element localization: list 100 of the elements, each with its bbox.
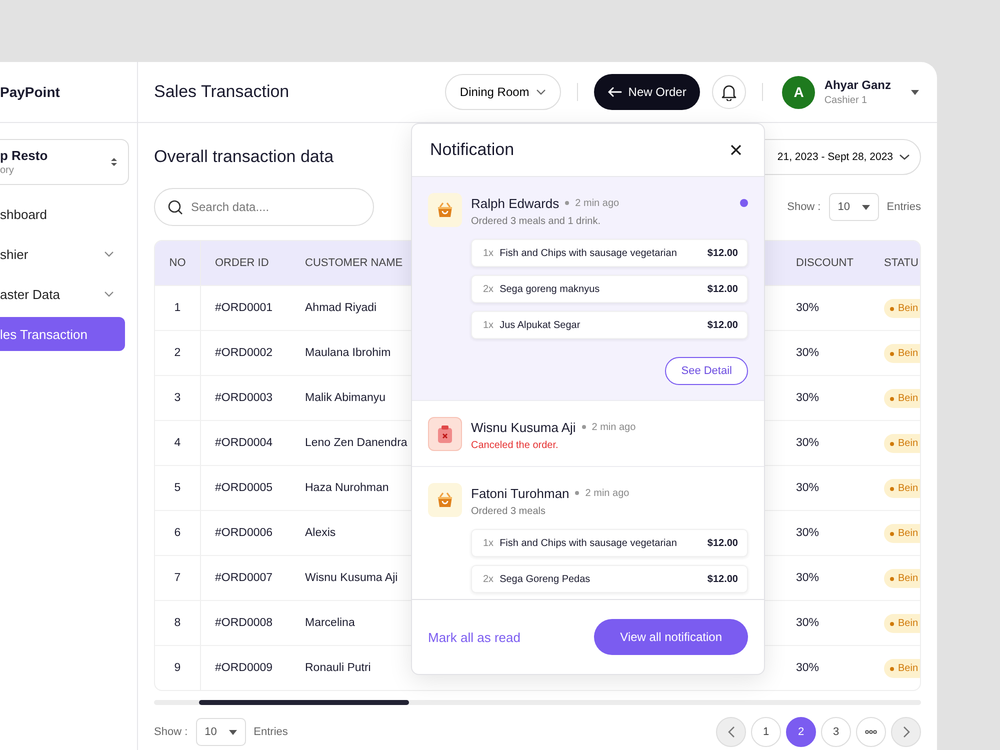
chevron-right-icon: [902, 726, 910, 738]
item-price: $12.00: [707, 248, 738, 258]
notification-time: 2 min ago: [592, 422, 636, 432]
item-quantity: 2x: [483, 574, 494, 584]
close-icon[interactable]: [730, 144, 742, 156]
item-price: $12.00: [707, 284, 738, 294]
view-all-button[interactable]: View all notification: [594, 619, 748, 655]
outlet-selector[interactable]: p Resto ory: [0, 139, 129, 185]
nav-item[interactable]: shboard: [0, 197, 125, 231]
status-badge: Bein: [884, 298, 920, 318]
notification-sender: Fatoni Turohman: [471, 486, 570, 500]
status-badge: Bein: [884, 434, 920, 452]
table-cell-text: Maulana Ibrohim: [304, 346, 392, 361]
table-cell-text: #ORD0007: [214, 571, 274, 586]
panel-title: Notification: [430, 140, 514, 160]
notification-item[interactable]: Fatoni Turohman 2 min ago Ordered 3 meals 1x Fish and Chips with sausage vegetarian $12.00 2x Sega Goreng Pedas $12.00: [412, 467, 764, 599]
status-badge: Bein: [884, 524, 920, 542]
search-field[interactable]: Search data....: [154, 188, 374, 226]
caret-down-icon[interactable]: [911, 90, 919, 94]
more-pages-button[interactable]: [856, 717, 886, 747]
chevron-down-icon: [899, 154, 910, 160]
notification-message: Canceled the order.: [471, 440, 560, 451]
status-badge: Bein: [884, 568, 920, 588]
outlet-subtitle: ory: [0, 165, 15, 176]
table-cell-text: Malik Abimanyu: [304, 391, 387, 406]
nav-item[interactable]: aster Data: [0, 277, 125, 311]
see-detail-button[interactable]: See Detail: [665, 357, 748, 385]
chevron-down-icon: [536, 89, 546, 95]
table-cell-text: 30%: [795, 661, 820, 676]
table-cell-text: 30%: [795, 571, 820, 586]
table-cell-text: #ORD0004: [214, 436, 274, 451]
item-quantity: 1x: [483, 248, 494, 258]
page-button[interactable]: 2: [786, 717, 816, 747]
column-header: ORDER ID: [214, 256, 270, 271]
item-name: Sega goreng maknyus: [500, 284, 601, 294]
page-button[interactable]: 3: [821, 717, 851, 747]
status-badge: Bein: [884, 344, 920, 362]
room-select[interactable]: Dining Room: [444, 74, 562, 110]
notification-item[interactable]: Wisnu Kusuma Aji 2 min ago Canceled the order.: [412, 401, 764, 467]
user-role: Cashier 1: [824, 95, 868, 106]
ellipsis-icon: [865, 730, 877, 734]
page-button[interactable]: 1: [751, 717, 781, 747]
table-cell-text: #ORD0006: [214, 526, 274, 541]
table-cell-text: 30%: [795, 526, 820, 541]
item-name: Sega Goreng Pedas: [500, 574, 592, 584]
table-cell-text: 30%: [795, 616, 820, 631]
caret-down-icon: [862, 204, 870, 210]
table-cell-text: #ORD0002: [214, 346, 274, 361]
item-name: Fish and Chips with sausage vegetarian: [500, 538, 678, 548]
nav-item[interactable]: les Transaction: [0, 317, 125, 351]
table-cell-text: 30%: [795, 481, 820, 496]
column-header: CUSTOMER NAME: [304, 256, 404, 271]
user-avatar[interactable]: A: [782, 76, 816, 108]
outlet-name: p Resto: [0, 148, 48, 163]
table-cell-text: 30%: [795, 301, 820, 316]
notification-time: 2 min ago: [585, 488, 630, 498]
table-cell: 3: [155, 376, 201, 420]
status-badge: Bein: [884, 614, 920, 632]
unread-indicator: [740, 199, 748, 207]
item-price: $12.00: [707, 538, 738, 548]
new-order-button[interactable]: New Order: [594, 74, 700, 110]
table-cell-text: Ahmad Riyadi: [304, 301, 378, 316]
nav-item[interactable]: shier: [0, 237, 125, 271]
table-cell: 8: [155, 601, 201, 645]
up-down-caret-icon: [110, 156, 118, 168]
mark-all-read-link[interactable]: Mark all as read: [428, 630, 520, 644]
clipboard-x-icon: [436, 424, 454, 444]
status-badge: Bein: [884, 658, 920, 678]
table-cell: 1: [155, 286, 201, 330]
page-title: Sales Transaction: [154, 82, 290, 102]
show-label: Show :: [154, 726, 188, 738]
item-name: Jus Alpukat Segar: [500, 320, 582, 330]
table-cell: 9: [155, 646, 201, 690]
basket-icon: [435, 490, 455, 510]
page-size-select[interactable]: 10: [828, 193, 879, 221]
table-cell-text: #ORD0008: [214, 616, 274, 631]
table-cell-text: 30%: [795, 346, 820, 361]
search-icon: [168, 200, 183, 215]
caret-down-icon: [228, 730, 237, 734]
notification-item[interactable]: Ralph Edwards 2 min ago Ordered 3 meals and 1 drink. 1x Fish and Chips with sausage vegetarian $12.00 2x Sega goreng maknyus $12.00 1x Jus Alpukat Segar $12.00 See Detail: [412, 177, 764, 401]
horizontal-scrollbar[interactable]: [154, 700, 921, 705]
page-size-select[interactable]: 10: [196, 718, 246, 746]
item-quantity: 1x: [483, 538, 494, 548]
notification-bell-button[interactable]: [712, 75, 746, 109]
notification-sender: Wisnu Kusuma Aji: [471, 420, 576, 434]
entries-label: Entries: [254, 726, 288, 738]
status-badge: Bein: [884, 388, 920, 408]
table-cell-text: 30%: [795, 391, 820, 406]
status-badge: Bein: [884, 478, 920, 498]
table-cell-text: #ORD0009: [214, 661, 274, 676]
table-cell-text: Leno Zen Danendra: [304, 436, 408, 451]
table-cell: 6: [155, 511, 201, 555]
table-cell-text: #ORD0005: [214, 481, 274, 496]
notification-message: Ordered 3 meals and 1 drink.: [471, 216, 602, 227]
table-cell: 2: [155, 331, 201, 375]
table-cell: 7: [155, 556, 201, 600]
table-cell-text: Ronauli Putri: [304, 661, 372, 676]
item-price: $12.00: [707, 574, 738, 584]
table-cell-text: Wisnu Kusuma Aji: [304, 571, 399, 586]
show-label: Show :: [787, 201, 821, 213]
